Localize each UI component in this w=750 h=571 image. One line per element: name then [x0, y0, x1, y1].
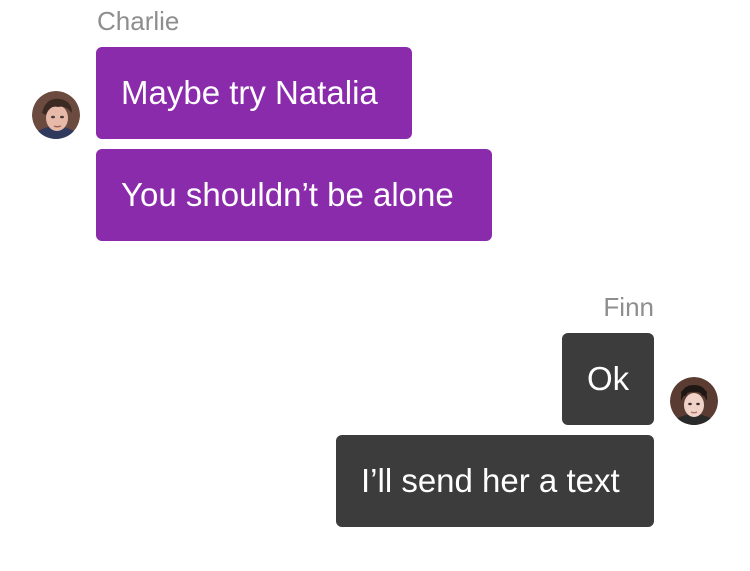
charlie-avatar-graphic — [32, 91, 80, 139]
message-bubble[interactable]: I’ll send her a text — [336, 435, 654, 527]
sender-name-charlie: Charlie — [97, 6, 180, 36]
message-text: Ok — [587, 360, 630, 397]
finn-avatar-graphic — [670, 377, 718, 425]
message-bubble[interactable]: Ok — [562, 333, 654, 425]
message-text: You shouldn’t be alone — [121, 176, 454, 213]
sender-name-finn: Finn — [603, 292, 654, 322]
finn-avatar-icon[interactable] — [670, 377, 718, 425]
message-text: I’ll send her a text — [361, 462, 620, 499]
message-bubble[interactable]: You shouldn’t be alone — [96, 149, 492, 241]
message-bubble[interactable]: Maybe try Natalia — [96, 47, 412, 139]
message-text: Maybe try Natalia — [121, 74, 378, 111]
charlie-avatar-icon[interactable] — [32, 91, 80, 139]
